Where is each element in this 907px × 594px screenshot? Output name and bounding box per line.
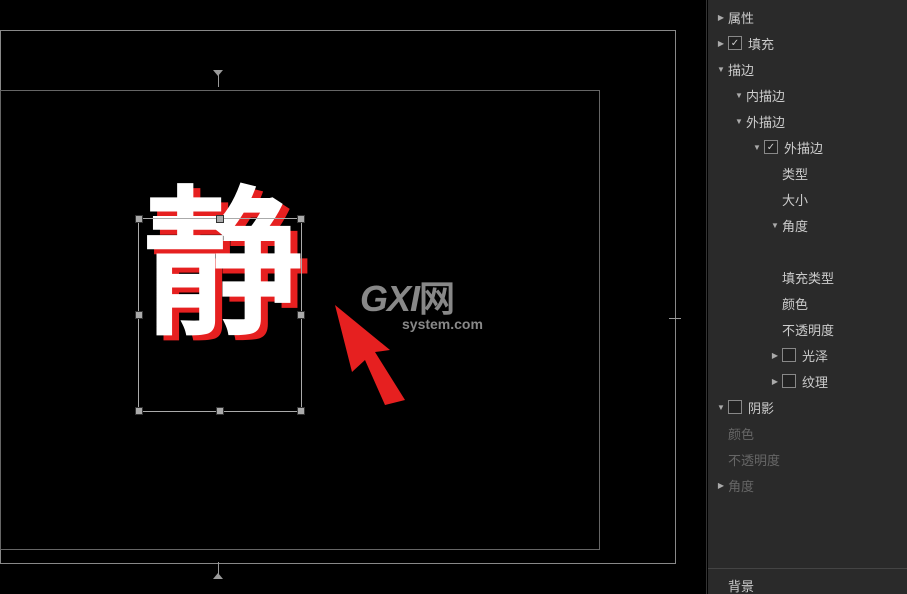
prop-label: 类型 <box>782 164 808 183</box>
watermark-subtitle: system.com <box>402 316 483 332</box>
prop-gloss[interactable]: 光泽 <box>708 342 907 368</box>
spacer <box>708 238 907 264</box>
expand-arrow-icon[interactable] <box>714 13 728 22</box>
fill-checkbox[interactable] <box>728 36 742 50</box>
prop-label: 大小 <box>782 190 808 209</box>
section-shadow[interactable]: 阴影 <box>708 394 907 420</box>
collapse-arrow-icon[interactable] <box>732 91 746 100</box>
expand-arrow-icon[interactable] <box>768 377 782 386</box>
prop-label: 不透明度 <box>782 320 834 339</box>
section-inner-stroke[interactable]: 内描边 <box>708 82 907 108</box>
ruler-tick-bottom <box>218 562 219 574</box>
section-attributes[interactable]: 属性 <box>708 4 907 30</box>
prop-label: 纹理 <box>802 372 828 391</box>
expand-arrow-icon[interactable] <box>768 351 782 360</box>
section-label: 外描边 <box>746 112 785 131</box>
prop-label: 填充类型 <box>782 268 834 287</box>
prop-label: 颜色 <box>728 424 754 443</box>
resize-handle-tc[interactable] <box>216 215 224 223</box>
resize-handle-mr[interactable] <box>297 311 305 319</box>
collapse-arrow-icon[interactable] <box>714 65 728 74</box>
section-label: 阴影 <box>748 398 774 417</box>
properties-panel[interactable]: 属性 填充 描边 内描边 外描边 外描边 类型 大小 角度 填充类型 颜色 <box>707 0 907 594</box>
prop-label: 不透明度 <box>728 450 780 469</box>
collapse-arrow-icon[interactable] <box>768 221 782 230</box>
section-fill[interactable]: 填充 <box>708 30 907 56</box>
selection-bounding-box[interactable] <box>138 218 302 412</box>
prop-angle[interactable]: 角度 <box>708 212 907 238</box>
prop-opacity[interactable]: 不透明度 <box>708 316 907 342</box>
collapse-arrow-icon[interactable] <box>750 143 764 152</box>
section-label: 背景 <box>728 576 754 594</box>
gloss-checkbox[interactable] <box>782 348 796 362</box>
resize-handle-bl[interactable] <box>135 407 143 415</box>
collapse-arrow-icon[interactable] <box>714 403 728 412</box>
section-stroke[interactable]: 描边 <box>708 56 907 82</box>
resize-handle-bc[interactable] <box>216 407 224 415</box>
prop-label: 角度 <box>782 216 808 235</box>
section-label: 填充 <box>748 34 774 53</box>
prop-type[interactable]: 类型 <box>708 160 907 186</box>
section-label: 内描边 <box>746 86 785 105</box>
resize-handle-br[interactable] <box>297 407 305 415</box>
outer-stroke-checkbox[interactable] <box>764 140 778 154</box>
section-label: 描边 <box>728 60 754 79</box>
prop-label: 光泽 <box>802 346 828 365</box>
expand-arrow-icon <box>714 481 728 490</box>
prop-size[interactable]: 大小 <box>708 186 907 212</box>
prop-shadow-color: 颜色 <box>708 420 907 446</box>
section-label: 属性 <box>728 8 754 27</box>
prop-label: 角度 <box>728 476 754 495</box>
section-background[interactable]: 背景 <box>708 568 907 594</box>
watermark-title: GXI网 <box>360 270 483 322</box>
prop-color[interactable]: 颜色 <box>708 290 907 316</box>
prop-texture[interactable]: 纹理 <box>708 368 907 394</box>
prop-fill-type[interactable]: 填充类型 <box>708 264 907 290</box>
section-outer-stroke[interactable]: 外描边 <box>708 108 907 134</box>
item-outer-stroke-entry[interactable]: 外描边 <box>708 134 907 160</box>
item-label: 外描边 <box>784 138 823 157</box>
collapse-arrow-icon[interactable] <box>732 117 746 126</box>
texture-checkbox[interactable] <box>782 374 796 388</box>
prop-label: 颜色 <box>782 294 808 313</box>
prop-shadow-opacity: 不透明度 <box>708 446 907 472</box>
watermark: GXI网 system.com <box>360 270 483 332</box>
resize-handle-tr[interactable] <box>297 215 305 223</box>
ruler-tick-top <box>218 75 219 87</box>
ruler-tick-right <box>669 318 681 319</box>
shadow-checkbox[interactable] <box>728 400 742 414</box>
resize-handle-ml[interactable] <box>135 311 143 319</box>
expand-arrow-icon[interactable] <box>714 39 728 48</box>
resize-handle-tl[interactable] <box>135 215 143 223</box>
prop-shadow-angle: 角度 <box>708 472 907 498</box>
canvas-viewport[interactable]: 静 静 GXI网 system.com <box>0 0 707 594</box>
